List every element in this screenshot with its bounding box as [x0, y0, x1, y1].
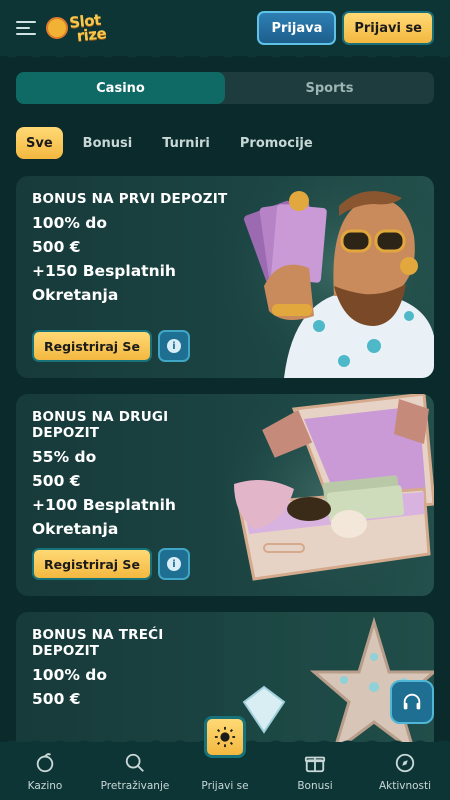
nav-label: Kazino — [27, 780, 63, 792]
sun-icon — [204, 716, 246, 758]
gift-icon — [304, 752, 326, 774]
card-spins: +100 Besplatnih — [32, 496, 176, 514]
nav-item-bonusi[interactable]: Bonusi — [275, 752, 355, 792]
card-percent: 100% do — [32, 666, 108, 684]
nav-label: Bonusi — [297, 780, 333, 792]
menu-icon[interactable] — [16, 21, 36, 35]
info-icon: i — [166, 339, 181, 353]
man-with-cash-illustration — [224, 176, 434, 378]
filter-chip-bonusi[interactable]: Bonusi — [73, 127, 143, 159]
casino-icon — [34, 752, 56, 774]
info-button[interactable]: i — [157, 330, 190, 362]
filter-chip-promocije[interactable]: Promocije — [230, 127, 323, 159]
card-percent: 55% do — [32, 448, 97, 466]
nav-label: Pretraživanje — [100, 780, 170, 792]
card-spins: +150 Besplatnih — [32, 262, 176, 280]
filter-chips: Sve Bonusi Turniri Promocije — [16, 127, 323, 159]
logo-mark-icon — [46, 17, 68, 39]
nav-label: Aktivnosti — [378, 780, 432, 792]
filter-chip-sve[interactable]: Sve — [16, 127, 63, 159]
nav-item-kazino[interactable]: Kazino — [5, 752, 85, 792]
suitcase-illustration — [224, 394, 434, 596]
card-amount: 500 € — [32, 472, 81, 490]
filter-chip-turniri[interactable]: Turniri — [152, 127, 220, 159]
tab-sports[interactable]: Sports — [225, 72, 434, 104]
tab-casino[interactable]: Casino — [16, 72, 225, 104]
card-title: BONUS NA DRUGI DEPOZIT — [32, 409, 169, 441]
bottom-navigation: Kazino Pretraživanje Prijavi se Bonusi A… — [0, 716, 450, 800]
top-header: Slot rize Prijava Prijavi se — [0, 0, 450, 64]
nav-label: Prijavi se — [201, 780, 249, 792]
headset-icon — [403, 693, 421, 710]
promo-card-first-deposit[interactable]: BONUS NA PRVI DEPOZIT 100% do 500 € +150… — [16, 176, 434, 378]
nav-item-aktivnosti[interactable]: Aktivnosti — [365, 752, 445, 792]
card-title: BONUS NA PRVI DEPOZIT — [32, 191, 228, 207]
signup-button[interactable]: Prijavi se — [342, 11, 434, 45]
register-button[interactable]: Registriraj Se — [32, 330, 152, 362]
info-icon: i — [166, 557, 181, 571]
card-percent: 100% do — [32, 214, 108, 232]
card-amount: 500 € — [32, 690, 81, 708]
nav-item-signup[interactable]: Prijavi se — [185, 716, 265, 792]
info-button[interactable]: i — [157, 548, 190, 580]
card-amount: 500 € — [32, 238, 81, 256]
support-chat-button[interactable] — [390, 680, 434, 724]
search-icon — [124, 752, 146, 774]
product-toggle: Casino Sports — [16, 72, 434, 104]
promo-card-second-deposit[interactable]: BONUS NA DRUGI DEPOZIT 55% do 500 € +100… — [16, 394, 434, 596]
card-spins-suffix: Okretanja — [32, 520, 119, 538]
header-actions: Prijava Prijavi se — [257, 11, 434, 45]
logo[interactable]: Slot rize — [46, 11, 108, 46]
card-title: BONUS NA TREĆI DEPOZIT — [32, 627, 164, 659]
card-spins-suffix: Okretanja — [32, 286, 119, 304]
nav-item-search[interactable]: Pretraživanje — [95, 752, 175, 792]
logo-text-line2: rize — [75, 24, 108, 46]
login-button[interactable]: Prijava — [257, 11, 337, 45]
register-button[interactable]: Registriraj Se — [32, 548, 152, 580]
compass-icon — [394, 752, 416, 774]
